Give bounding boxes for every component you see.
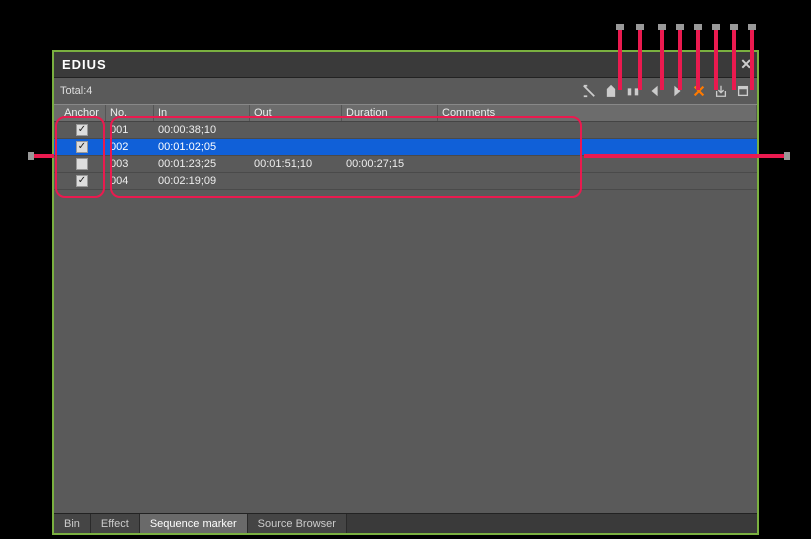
header-anchor[interactable]: Anchor [54,105,106,121]
header-out[interactable]: Out [250,105,342,121]
annotation-vline-6 [714,30,718,90]
table-row[interactable]: 00400:02:19;09 [54,173,757,190]
marker-window: EDIUS ✕ Total:4 [52,50,759,535]
tab-source-browser[interactable]: Source Browser [248,514,347,533]
annotation-vline-1 [618,30,622,90]
header-duration[interactable]: Duration [342,105,438,121]
annotation-vline-2 [638,30,642,90]
table-row[interactable]: 00300:01:23;2500:01:51;1000:00:27;15 [54,156,757,173]
cell-no: 004 [106,175,154,187]
annotation-vline-4 [678,30,682,90]
annotation-vline-5 [696,30,700,90]
app-title: EDIUS [62,57,107,72]
next-marker-icon[interactable] [669,83,685,99]
table-header: Anchor No. In Out Duration Comments [54,104,757,122]
cell-in: 00:01:02;05 [154,141,250,153]
cell-in: 00:00:38;10 [154,124,250,136]
annotation-vline-3 [660,30,664,90]
header-no[interactable]: No. [106,105,154,121]
tab-effect[interactable]: Effect [91,514,140,533]
header-in[interactable]: In [154,105,250,121]
cell-no: 003 [106,158,154,170]
annotation-vline-7 [732,30,736,90]
marker-add-icon[interactable] [603,83,619,99]
header-comments[interactable]: Comments [438,105,757,121]
annotation-right-line [584,154,784,158]
table-body: 00100:00:38;1000200:01:02;0500300:01:23;… [54,122,757,513]
anchor-checkbox[interactable] [76,158,88,170]
anchor-checkbox[interactable] [76,175,88,187]
table-row[interactable]: 00100:00:38;10 [54,122,757,139]
export-icon[interactable] [735,83,751,99]
cell-no: 002 [106,141,154,153]
total-label: Total:4 [60,85,92,97]
tab-sequence-marker[interactable]: Sequence marker [140,514,248,533]
annotation-left-line [34,154,54,158]
titlebar: EDIUS ✕ [54,52,757,78]
annotation-vline-8 [750,30,754,90]
cell-no: 001 [106,124,154,136]
toolbar-row: Total:4 [54,78,757,104]
tab-bin[interactable]: Bin [54,514,91,533]
anchor-checkbox[interactable] [76,124,88,136]
toolbar-icons [581,83,751,99]
anchor-checkbox[interactable] [76,141,88,153]
toggle-anchor-icon[interactable] [581,83,597,99]
cell-duration: 00:00:27;15 [342,158,438,170]
cell-out: 00:01:51;10 [250,158,342,170]
tab-bar: BinEffectSequence markerSource Browser [54,513,757,533]
cell-in: 00:01:23;25 [154,158,250,170]
cell-in: 00:02:19;09 [154,175,250,187]
